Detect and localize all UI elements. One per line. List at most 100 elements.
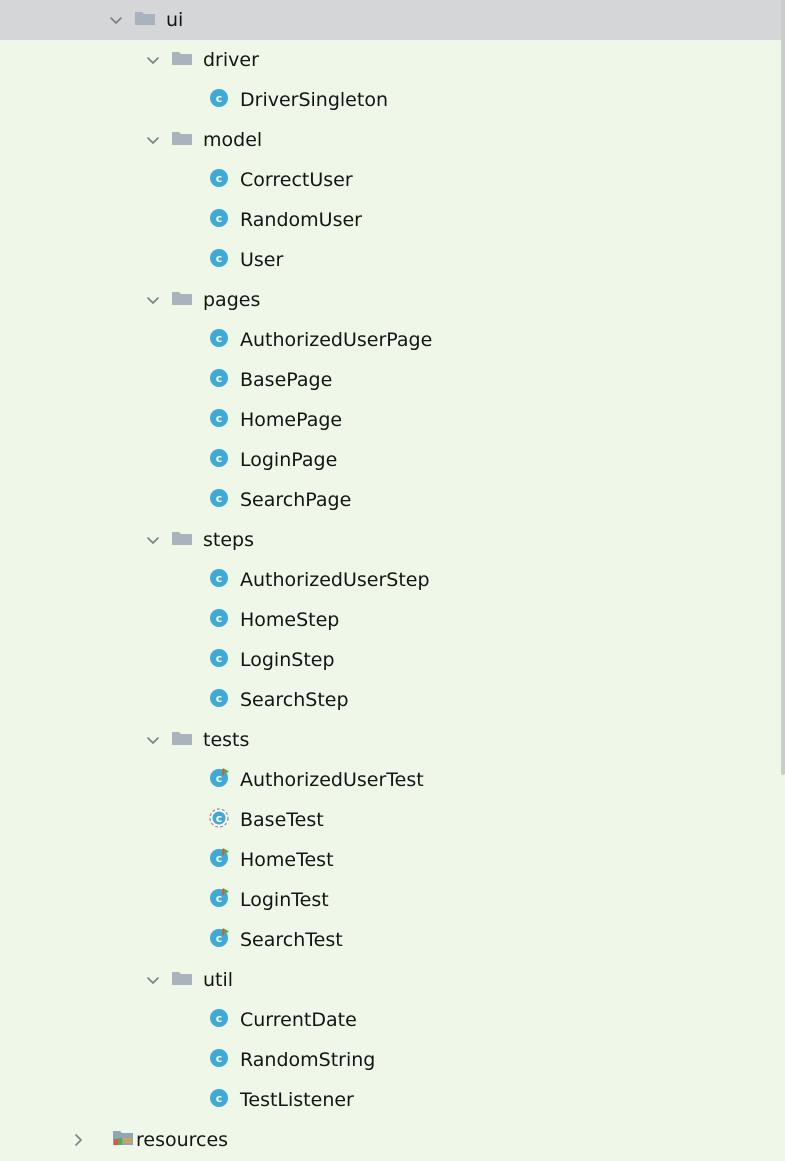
tree-item-label: AuthorizedUserStep: [240, 569, 430, 591]
class-icon: c: [208, 407, 230, 434]
folder-icon: [171, 129, 193, 151]
chevron-down-icon[interactable]: [145, 732, 161, 748]
folder-icon: [171, 729, 193, 751]
abstract-class-icon: c: [208, 807, 230, 834]
chevron-down-icon[interactable]: [145, 972, 161, 988]
tree-item-label: AuthorizedUserPage: [240, 329, 433, 351]
tree-item-ui[interactable]: ui: [0, 0, 785, 40]
tree-item-label: AuthorizedUserTest: [240, 769, 424, 791]
tree-item-label: BasePage: [240, 369, 333, 391]
tree-item-searchstep[interactable]: c SearchStep: [0, 680, 785, 720]
svg-text:c: c: [216, 892, 223, 905]
chevron-down-icon[interactable]: [145, 532, 161, 548]
tree-item-label: SearchPage: [240, 489, 352, 511]
folder-icon: [171, 289, 193, 311]
tree-item-logintest[interactable]: c LoginTest: [0, 880, 785, 920]
tree-item-correctuser[interactable]: c CorrectUser: [0, 160, 785, 200]
chevron-right-icon[interactable]: [70, 1132, 86, 1148]
class-icon: c: [208, 1007, 230, 1034]
folder-icon: [171, 969, 193, 991]
svg-text:c: c: [216, 932, 223, 945]
chevron-down-icon[interactable]: [145, 292, 161, 308]
tree-item-loginpage[interactable]: c LoginPage: [0, 440, 785, 480]
chevron-down-icon[interactable]: [145, 52, 161, 68]
class-icon: c: [208, 1047, 230, 1074]
tree-item-label: tests: [203, 729, 250, 751]
svg-text:c: c: [216, 612, 223, 625]
svg-text:c: c: [216, 212, 223, 225]
tree-item-currentdate[interactable]: c CurrentDate: [0, 1000, 785, 1040]
tree-item-steps[interactable]: steps: [0, 520, 785, 560]
chevron-down-icon[interactable]: [145, 132, 161, 148]
tree-item-searchtest[interactable]: c SearchTest: [0, 920, 785, 960]
resources-folder-icon: [112, 1129, 134, 1152]
tree-item-authorizeduserpage[interactable]: c AuthorizedUserPage: [0, 320, 785, 360]
tree-item-resources[interactable]: resources: [0, 1120, 785, 1160]
svg-text:c: c: [216, 852, 223, 865]
tree-item-randomuser[interactable]: c RandomUser: [0, 200, 785, 240]
svg-text:c: c: [216, 332, 223, 345]
tree-item-loginstep[interactable]: c LoginStep: [0, 640, 785, 680]
svg-text:c: c: [216, 812, 223, 825]
tree-item-pages[interactable]: pages: [0, 280, 785, 320]
tree-item-label: LoginStep: [240, 649, 335, 671]
tree-item-authorizedusertest[interactable]: c AuthorizedUserTest: [0, 760, 785, 800]
svg-text:c: c: [216, 452, 223, 465]
test-class-icon: c: [208, 847, 230, 874]
class-icon: c: [208, 607, 230, 634]
tree-item-driver[interactable]: driver: [0, 40, 785, 80]
svg-text:c: c: [216, 412, 223, 425]
vertical-scrollbar[interactable]: [781, 0, 785, 775]
tree-item-label: SearchTest: [240, 929, 343, 951]
chevron-down-icon[interactable]: [108, 12, 124, 28]
tree-item-user[interactable]: c User: [0, 240, 785, 280]
tree-item-randomstring[interactable]: c RandomString: [0, 1040, 785, 1080]
tree-item-homepage[interactable]: c HomePage: [0, 400, 785, 440]
tree-item-basepage[interactable]: c BasePage: [0, 360, 785, 400]
tree-item-basetest[interactable]: c BaseTest: [0, 800, 785, 840]
tree-item-util[interactable]: util: [0, 960, 785, 1000]
svg-text:c: c: [216, 772, 223, 785]
tree-item-label: HomePage: [240, 409, 343, 431]
tree-item-hometest[interactable]: c HomeTest: [0, 840, 785, 880]
tree-item-homestep[interactable]: c HomeStep: [0, 600, 785, 640]
tree-item-label: steps: [203, 529, 254, 551]
tree-item-label: ui: [166, 9, 184, 31]
tree-item-label: CorrectUser: [240, 169, 353, 191]
tree-item-label: DriverSingleton: [240, 89, 388, 111]
test-class-icon: c: [208, 767, 230, 794]
class-icon: c: [208, 327, 230, 354]
tree-item-label: resources: [136, 1129, 229, 1151]
svg-text:c: c: [216, 92, 223, 105]
svg-text:c: c: [216, 1012, 223, 1025]
tree-item-label: SearchStep: [240, 689, 349, 711]
tree-item-authorizeduserstep[interactable]: c AuthorizedUserStep: [0, 560, 785, 600]
svg-text:c: c: [216, 1052, 223, 1065]
tree-item-model[interactable]: model: [0, 120, 785, 160]
tree-item-label: LoginTest: [240, 889, 329, 911]
tree-item-tests[interactable]: tests: [0, 720, 785, 760]
tree-item-testlistener[interactable]: c TestListener: [0, 1080, 785, 1120]
svg-text:c: c: [216, 692, 223, 705]
class-icon: c: [208, 207, 230, 234]
folder-icon: [171, 49, 193, 71]
svg-text:c: c: [216, 1092, 223, 1105]
tree-item-driversingleton[interactable]: c DriverSingleton: [0, 80, 785, 120]
tree-item-searchpage[interactable]: c SearchPage: [0, 480, 785, 520]
